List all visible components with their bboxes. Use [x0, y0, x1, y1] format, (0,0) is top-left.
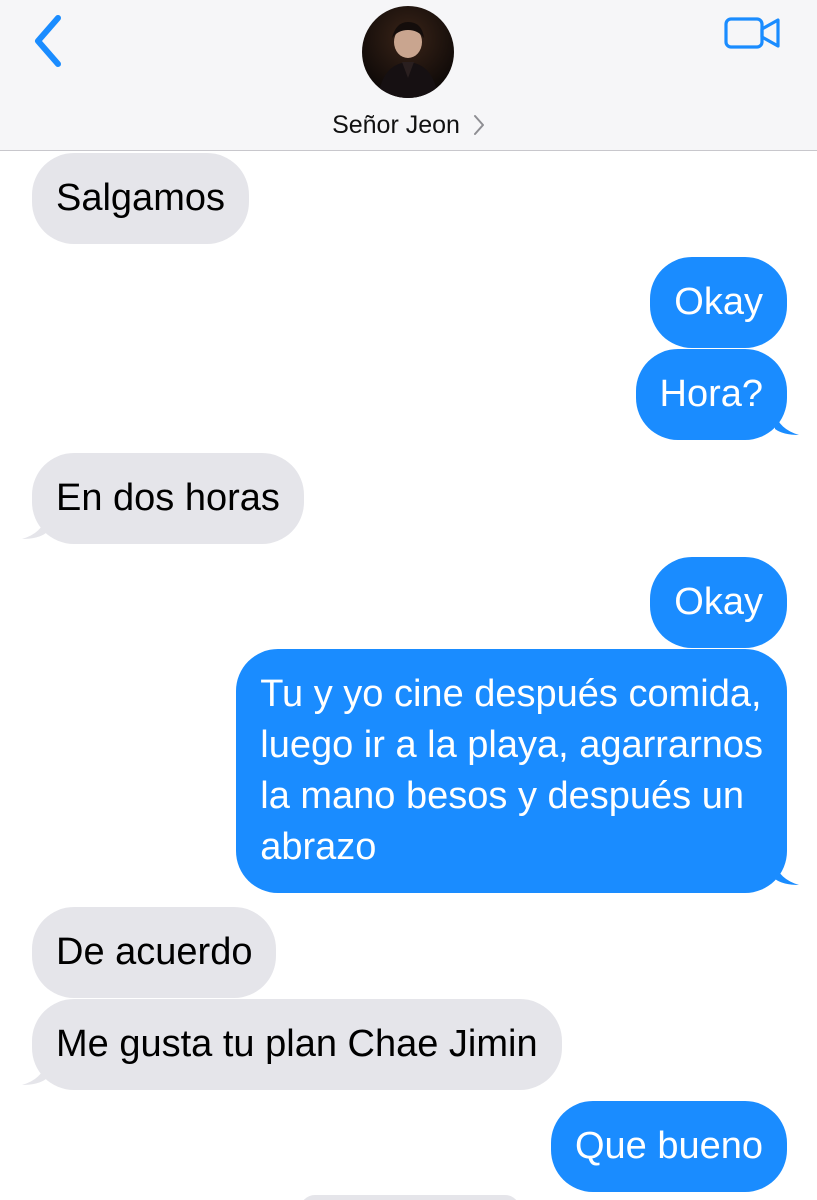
bubble-tail: [775, 413, 799, 435]
partial-bubble: [300, 1195, 520, 1200]
chevron-left-icon: [35, 15, 61, 67]
chevron-right-icon: [473, 115, 484, 136]
message-bubble-incoming[interactable]: Me gusta tu plan Chae Jimin: [32, 999, 562, 1090]
message-bubble-outgoing[interactable]: Okay: [650, 257, 787, 348]
bubble-tail: [22, 1063, 46, 1085]
bubble-tail: [775, 863, 799, 885]
bubble-tail: [22, 517, 46, 539]
contact-avatar[interactable]: [362, 6, 454, 98]
message-bubble-incoming[interactable]: En dos horas: [32, 453, 304, 544]
message-bubble-outgoing[interactable]: Que bueno: [550, 1101, 787, 1192]
message-bubble-incoming[interactable]: De acuerdo: [32, 907, 277, 998]
avatar-photo: [362, 6, 454, 98]
video-camera-icon: [724, 17, 780, 49]
facetime-video-button[interactable]: [722, 12, 784, 54]
message-thread[interactable]: Salgamos Okay Hora? En dos horas Okay Tu…: [0, 151, 817, 1200]
conversation-header: Señor Jeon: [0, 0, 817, 151]
message-bubble-outgoing[interactable]: Hora?: [635, 349, 787, 440]
message-bubble-outgoing[interactable]: Okay: [650, 557, 787, 648]
message-bubble-incoming[interactable]: Salgamos: [32, 153, 249, 244]
contact-name-button[interactable]: Señor Jeon: [0, 110, 817, 140]
back-button[interactable]: [22, 12, 72, 70]
contact-name: Señor Jeon: [332, 110, 460, 139]
message-bubble-outgoing[interactable]: Tu y yo cine después comida, luego ir a …: [236, 649, 787, 893]
